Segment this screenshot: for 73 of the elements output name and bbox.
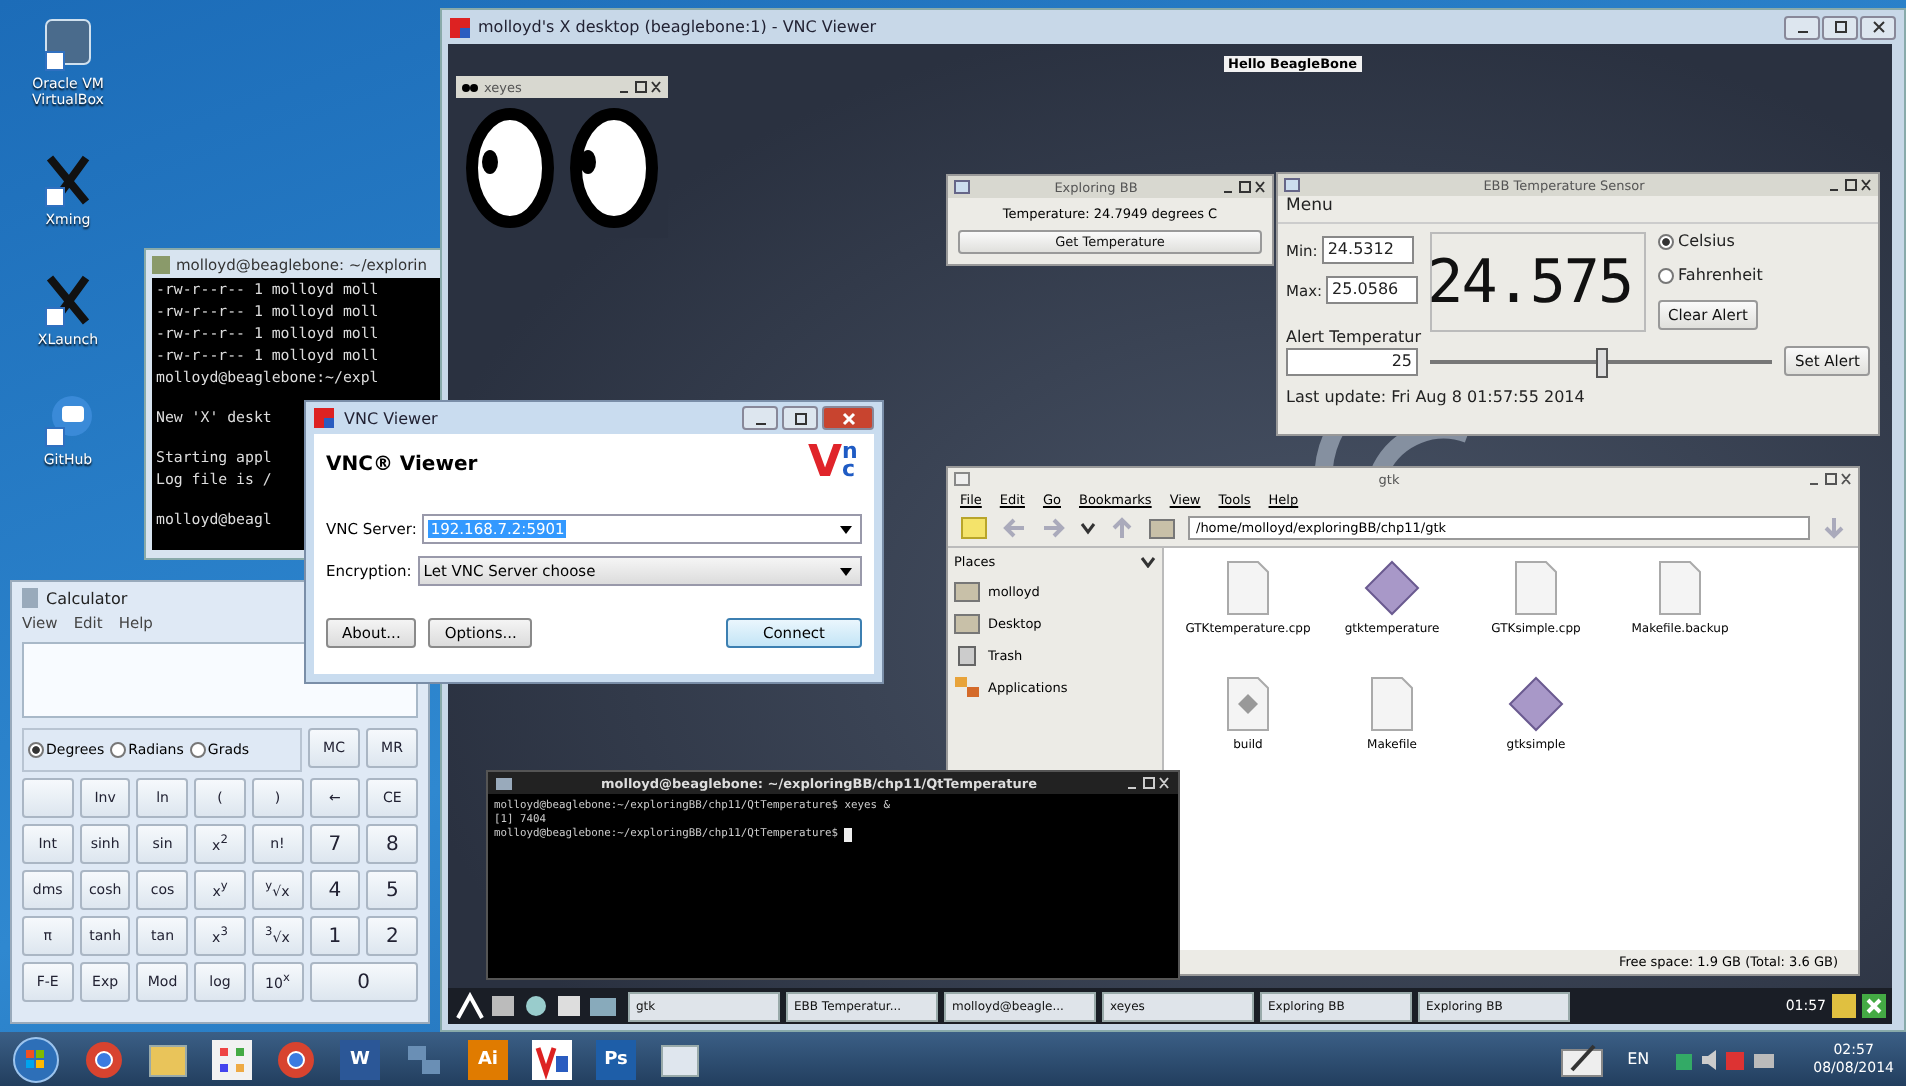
radio-option[interactable]: Celsius <box>1658 232 1735 250</box>
calculator-key[interactable]: 4 <box>309 870 361 910</box>
diamond-icon <box>1364 560 1420 616</box>
chevron-down-icon[interactable] <box>1140 556 1156 568</box>
app-icon[interactable] <box>532 1039 572 1079</box>
window-controls-icon[interactable] <box>618 80 662 94</box>
document-icon <box>1658 560 1702 616</box>
trash-icon <box>954 644 980 666</box>
apps-icon <box>954 676 980 698</box>
maximize-icon <box>793 411 807 425</box>
max-field[interactable]: 25.0586 <box>1326 276 1419 304</box>
maximize-button[interactable] <box>1822 15 1858 39</box>
maximize-icon <box>1833 20 1847 34</box>
window-title: molloyd's X desktop (beaglebone:1) - VNC Viewer <box>478 18 877 36</box>
calculator-icon <box>22 588 38 608</box>
taskbar-app-button[interactable]: Ps <box>596 1039 636 1079</box>
close-button[interactable] <box>1860 15 1896 39</box>
folder-icon[interactable] <box>1148 516 1176 540</box>
calculator-key[interactable]: 7 <box>309 824 361 864</box>
close-icon <box>1871 20 1885 34</box>
document-icon <box>1226 676 1270 732</box>
dialog-heading: VNC® Viewer <box>326 453 478 475</box>
document-icon <box>1514 560 1558 616</box>
dropdown-arrow-icon <box>840 567 852 575</box>
close-icon <box>841 411 855 425</box>
calculator-key[interactable]: 5 <box>366 870 418 910</box>
folder-icon[interactable] <box>148 1039 188 1079</box>
maximize-button[interactable] <box>782 406 818 430</box>
window-title: Calculator <box>46 589 128 607</box>
start-button-icon[interactable] <box>12 1035 60 1083</box>
field-label: Alert Temperatur <box>1284 328 1424 346</box>
dropdown-arrow-icon <box>840 525 852 533</box>
window-icon <box>954 180 970 194</box>
calculator-key[interactable]: 2 <box>366 916 418 956</box>
window-icon <box>1284 178 1300 192</box>
x-icon[interactable] <box>42 272 94 328</box>
alert-temperature-field[interactable]: 25 <box>1286 347 1418 375</box>
menu-item[interactable]: Menu <box>1286 196 1333 216</box>
calculator-key[interactable]: 8 <box>366 824 418 864</box>
x-icon[interactable] <box>42 152 94 208</box>
language-indicator[interactable]: EN <box>1627 1050 1650 1068</box>
circle-app-icon[interactable] <box>276 1039 316 1079</box>
folder-icon[interactable] <box>660 1039 700 1079</box>
min-field[interactable]: 24.5312 <box>1321 236 1414 264</box>
pen-icon[interactable] <box>1559 1041 1604 1077</box>
chat-bubble-icon[interactable] <box>42 392 94 448</box>
document-icon <box>1226 560 1270 616</box>
calculator-key[interactable]: 0 <box>309 962 418 1002</box>
document-icon <box>1370 676 1414 732</box>
lcd-display: 24.575 <box>1430 232 1647 332</box>
minimize-button[interactable] <box>1784 15 1820 39</box>
launcher-icons[interactable] <box>454 992 622 1020</box>
taskbar-app-button[interactable]: W <box>340 1039 380 1079</box>
diamond-icon <box>1508 676 1564 732</box>
text-cursor <box>844 828 853 842</box>
close-button[interactable] <box>822 406 874 430</box>
slider-thumb[interactable] <box>1595 347 1608 377</box>
app-icon <box>450 17 470 37</box>
app-icon <box>314 408 334 428</box>
window-controls-icon[interactable] <box>1808 472 1852 486</box>
status-text: Last update: Fri Aug 8 01:57:55 2014 <box>1284 386 1587 406</box>
folder-icon <box>954 612 980 634</box>
minimize-button[interactable] <box>742 406 778 430</box>
calculator-key[interactable]: 1 <box>309 916 361 956</box>
circle-app-icon[interactable] <box>84 1039 124 1079</box>
folder-icon <box>954 580 980 602</box>
box-icon[interactable] <box>42 16 94 72</box>
window-title: VNC Viewer <box>344 409 440 427</box>
window-controls-icon[interactable] <box>1828 178 1872 192</box>
radio-option[interactable]: Fahrenheit <box>1658 266 1763 284</box>
eyes-icon <box>462 81 478 93</box>
grid-icon[interactable] <box>212 1039 252 1079</box>
window-controls-icon[interactable] <box>1222 180 1266 194</box>
